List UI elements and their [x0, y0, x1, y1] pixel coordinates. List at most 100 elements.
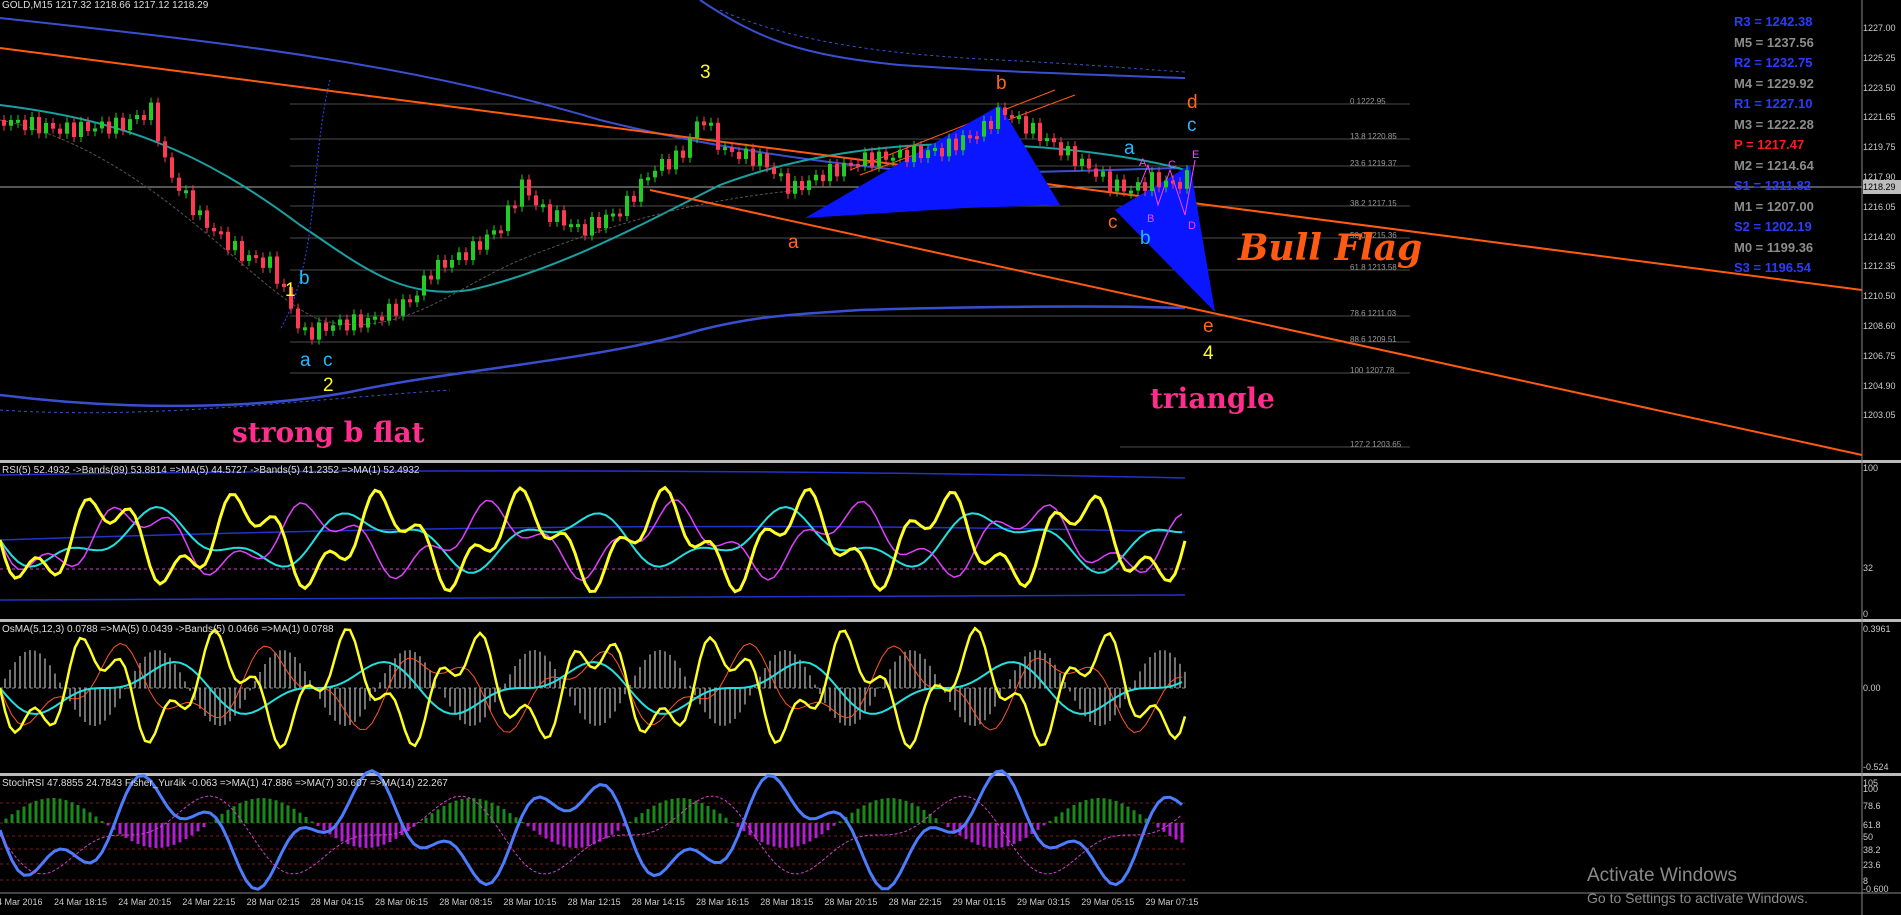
candle-body	[975, 136, 979, 140]
osma-pane	[0, 626, 1187, 750]
candle-body	[1115, 179, 1119, 192]
price-tick: 1204.90	[1863, 380, 1896, 391]
wave-label: b	[996, 73, 1007, 94]
price-tick: 1206.75	[1863, 350, 1896, 361]
fib-label: 100 1207.78	[1350, 366, 1395, 375]
candle-body	[198, 210, 202, 216]
candle-body	[170, 157, 174, 178]
candle-body	[1024, 116, 1028, 134]
candle-body	[352, 314, 356, 331]
rsi-axis-top: 100	[1863, 463, 1879, 473]
price-tick: 1212.35	[1863, 261, 1896, 272]
wave-label: D	[1188, 220, 1196, 232]
candle-body	[954, 138, 958, 151]
triangle-annotation: triangle	[1150, 382, 1275, 415]
candle-body	[128, 119, 132, 131]
candle-body	[23, 119, 27, 131]
stoch-tick: -0.600	[1863, 884, 1889, 894]
candle-body	[422, 275, 426, 296]
candle-body	[1080, 158, 1084, 167]
candle-body	[695, 121, 699, 139]
candle-body	[1045, 138, 1049, 142]
current-price-tag: 1218.29	[1863, 180, 1901, 194]
candle-body	[191, 190, 195, 216]
candle-body	[310, 327, 314, 340]
candle-body	[569, 224, 573, 228]
time-tick: 28 Mar 02:15	[246, 897, 300, 907]
candle-body	[338, 319, 342, 326]
candle-body	[485, 234, 489, 250]
pivot-label: S3 = 1196.54	[1734, 260, 1811, 275]
candle-body	[1157, 172, 1161, 188]
time-tick: 28 Mar 10:15	[503, 897, 557, 907]
candle-body	[709, 122, 713, 126]
fib-label: 0 1222.95	[1350, 97, 1386, 106]
rsi-header: RSI(5) 52.4932 ->Bands(89) 53.8814 =>MA(…	[2, 465, 420, 476]
candle-body	[275, 256, 279, 284]
price-tick: 1216.05	[1863, 201, 1896, 212]
osma-axis-mid: 0.00	[1863, 683, 1881, 693]
candle-body	[233, 241, 237, 251]
candle-body	[1171, 180, 1175, 184]
candle-body	[373, 316, 377, 320]
wave-label: 1	[285, 280, 296, 301]
wave-label: E	[1192, 149, 1200, 161]
candle-body	[653, 170, 657, 178]
candle-body	[779, 173, 783, 177]
candle-body	[1094, 168, 1098, 177]
candle-body	[513, 205, 517, 209]
candle-body	[919, 145, 923, 159]
activation-watermark-subtitle: Go to Settings to activate Windows.	[1587, 890, 1808, 906]
candle-body	[681, 150, 685, 158]
price-tick: 1225.25	[1863, 52, 1896, 63]
candle-body	[548, 204, 552, 222]
price-tick: 1223.50	[1863, 82, 1896, 93]
strong-b-flat-annotation: strong b flat	[232, 416, 425, 449]
candle-body	[506, 205, 510, 232]
candle-body	[674, 150, 678, 170]
candle-body	[961, 135, 965, 151]
candle-body	[121, 117, 125, 131]
pivot-label: M5 = 1237.56	[1734, 34, 1814, 50]
time-tick: 24 Mar 20:15	[118, 897, 172, 907]
time-tick: 28 Mar 06:15	[375, 897, 429, 907]
candle-body	[716, 122, 720, 150]
candle-body	[737, 151, 741, 159]
candle-body	[555, 210, 559, 222]
candle-body	[856, 163, 860, 167]
candle-body	[1031, 122, 1035, 134]
candle-body	[317, 322, 321, 340]
candle-body	[79, 121, 83, 137]
time-tick: 28 Mar 12:15	[567, 897, 621, 907]
candle-body	[93, 128, 97, 132]
wave-label: 2	[323, 375, 334, 396]
candle-body	[100, 121, 104, 129]
candle-body	[968, 135, 972, 139]
candle-body	[667, 159, 671, 170]
pane-separator[interactable]	[0, 460, 1901, 463]
candle-body	[9, 120, 13, 126]
candle-body	[814, 174, 818, 181]
wave-label: c	[1108, 212, 1118, 233]
pane-separator[interactable]	[0, 773, 1901, 776]
candle-body	[261, 257, 265, 268]
candle-body	[541, 204, 545, 208]
candle-body	[611, 213, 615, 217]
candle-body	[660, 159, 664, 171]
candle-body	[324, 322, 328, 331]
osma-axis-bottom: -0.524	[1863, 762, 1889, 772]
candle-body	[443, 259, 447, 268]
wave-label: 4	[1203, 343, 1214, 364]
stoch-tick: 100	[1863, 784, 1879, 794]
candle-body	[835, 164, 839, 177]
candle-body	[65, 122, 69, 134]
candle-body	[1066, 146, 1070, 156]
candle-body	[450, 260, 454, 268]
wave-label: a	[300, 350, 311, 371]
candle-body	[1017, 116, 1021, 120]
candle-body	[590, 217, 594, 236]
candle-body	[1178, 182, 1182, 189]
candle-body	[926, 150, 930, 159]
stoch-header: StochRSI 47.8855 24.7843 Fisher_Yur4ik -…	[2, 778, 448, 789]
pane-separator[interactable]	[0, 619, 1901, 622]
